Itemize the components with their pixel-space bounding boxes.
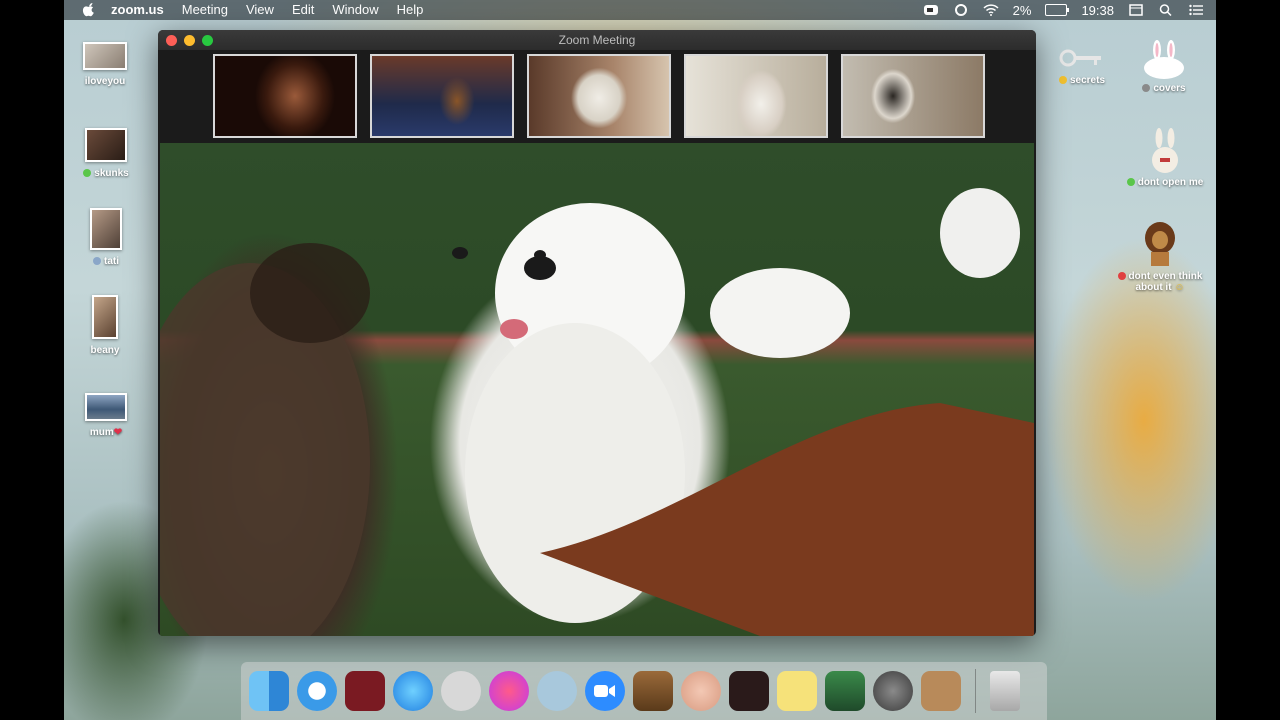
dock-sequel-icon[interactable]	[537, 671, 577, 711]
dock-contacts-icon[interactable]	[921, 671, 961, 711]
desktop-file-label: tati	[104, 256, 119, 267]
active-speaker-video[interactable]	[160, 143, 1034, 636]
desktop-file-label: covers	[1153, 83, 1186, 94]
wifi-icon[interactable]	[983, 4, 999, 16]
file-thumbnail	[85, 393, 127, 421]
bunny-icon	[1144, 40, 1184, 79]
participant-video-4[interactable]	[684, 54, 828, 138]
apple-icon[interactable]	[82, 3, 96, 17]
minimize-button[interactable]	[184, 35, 195, 46]
green-tag-icon	[83, 169, 92, 177]
clock[interactable]: 19:38	[1081, 3, 1114, 18]
notification-center-icon[interactable]	[1188, 4, 1204, 16]
menu-app-name[interactable]: zoom.us	[111, 0, 164, 20]
participant-filmstrip	[213, 54, 985, 138]
menu-edit[interactable]: Edit	[292, 0, 314, 20]
spotlight-search-icon[interactable]	[1158, 4, 1174, 16]
dock-stickies-icon[interactable]	[777, 671, 817, 711]
desktop-file-label: iloveyou	[84, 76, 126, 87]
lion-icon	[1145, 222, 1175, 266]
smiley-icon	[1058, 76, 1067, 84]
desktop-file-skunks[interactable]: skunks	[76, 128, 136, 179]
desktop-file-label: skunks	[94, 168, 129, 179]
menu-help[interactable]: Help	[397, 0, 424, 20]
desktop-file-tati[interactable]: tati	[78, 208, 134, 267]
zoom-meeting-window[interactable]: Zoom Meeting	[158, 30, 1036, 636]
menu-items: zoom.us Meeting View Edit Window Help	[111, 0, 441, 20]
menu-window[interactable]: Window	[332, 0, 378, 20]
desktop-folder-dont-open-me[interactable]: dont open me	[1120, 128, 1210, 188]
tag-icon	[93, 257, 101, 265]
participant-video-3[interactable]	[527, 54, 671, 138]
dock-photo-booth-icon[interactable]	[345, 671, 385, 711]
thinking-emoji-icon: ☺	[1171, 282, 1185, 293]
key-icon	[1059, 49, 1101, 67]
calendar-icon[interactable]	[1128, 4, 1144, 16]
battery-percent[interactable]: 2%	[1013, 3, 1032, 18]
dock	[241, 662, 1047, 720]
desktop-file-label: mum	[89, 427, 114, 438]
desktop-file-beany[interactable]: beany	[76, 295, 134, 356]
dock-face-app-icon[interactable]	[681, 671, 721, 711]
menu-bar: zoom.us Meeting View Edit Window Help 2%…	[64, 0, 1216, 20]
dock-separator	[975, 669, 976, 713]
desktop-file-label: secrets	[1069, 75, 1106, 86]
desktop-file-secrets[interactable]: secrets	[1052, 44, 1112, 86]
dogs-video-frame	[160, 188, 1034, 636]
window-title: Zoom Meeting	[558, 33, 636, 47]
dock-garageband-icon[interactable]	[633, 671, 673, 711]
desktop-file-iloveyou[interactable]: iloveyou	[78, 42, 132, 87]
dock-finder-icon[interactable]	[249, 671, 289, 711]
menu-view[interactable]: View	[246, 0, 274, 20]
close-button[interactable]	[166, 35, 177, 46]
dock-itunes-icon[interactable]	[489, 671, 529, 711]
zoom-status-icon[interactable]	[923, 4, 939, 16]
desktop-file-label: beany	[90, 345, 120, 356]
desktop-folder-dont-even-think-about-it[interactable]: dont even think about it ☺	[1110, 218, 1210, 293]
rabbit-figure-icon	[1152, 128, 1178, 173]
gray-tag-icon	[1142, 84, 1151, 92]
desktop-file-label: dont even think about it	[1128, 271, 1203, 293]
participant-video-1[interactable]	[213, 54, 357, 138]
participant-video-5[interactable]	[841, 54, 985, 138]
heart-icon: ❤	[113, 427, 123, 438]
dock-wallpaper-icon[interactable]	[441, 671, 481, 711]
menu-meeting[interactable]: Meeting	[182, 0, 228, 20]
dock-photo-editor-icon[interactable]	[729, 671, 769, 711]
dock-trash-icon[interactable]	[990, 671, 1020, 711]
file-thumbnail	[90, 208, 122, 250]
participant-video-2[interactable]	[370, 54, 514, 138]
desktop-folder-covers[interactable]: covers	[1132, 40, 1196, 94]
dock-safari-icon[interactable]	[297, 671, 337, 711]
red-tag-icon	[1117, 272, 1126, 280]
file-thumbnail	[85, 128, 127, 162]
dock-zoom-icon[interactable]	[585, 671, 625, 711]
dock-system-preferences-icon[interactable]	[873, 671, 913, 711]
creative-cloud-icon[interactable]	[953, 4, 969, 16]
dock-preview-icon[interactable]	[825, 671, 865, 711]
window-titlebar[interactable]: Zoom Meeting	[158, 30, 1036, 50]
menu-extras: 2% 19:38	[923, 0, 1216, 20]
desktop: zoom.us Meeting View Edit Window Help 2%…	[64, 0, 1216, 720]
file-thumbnail	[92, 295, 118, 339]
file-thumbnail	[83, 42, 127, 70]
dock-messages-icon[interactable]	[393, 671, 433, 711]
green-tag-icon	[1126, 178, 1135, 186]
fullscreen-button[interactable]	[202, 35, 213, 46]
desktop-file-mum[interactable]: mum❤	[78, 393, 134, 438]
desktop-file-label: dont open me	[1137, 177, 1204, 188]
battery-icon[interactable]	[1045, 4, 1070, 16]
